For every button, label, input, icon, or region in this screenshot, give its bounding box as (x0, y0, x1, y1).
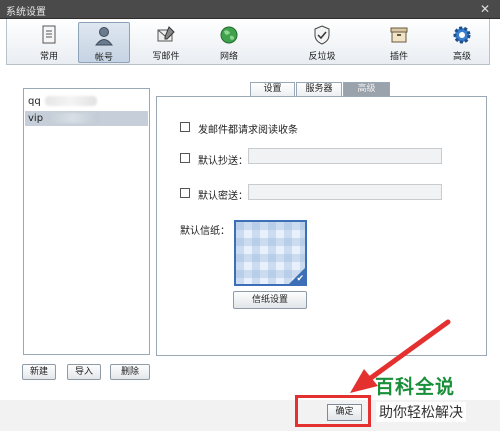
watermark-subtitle: 助你轻松解决 (376, 402, 466, 422)
watermark-title: 百科全说 (375, 376, 456, 398)
annotation-arrow (350, 319, 451, 393)
watermark: 百科全说 助你轻松解决 (375, 372, 500, 430)
ok-button[interactable]: 确定 (327, 404, 362, 421)
